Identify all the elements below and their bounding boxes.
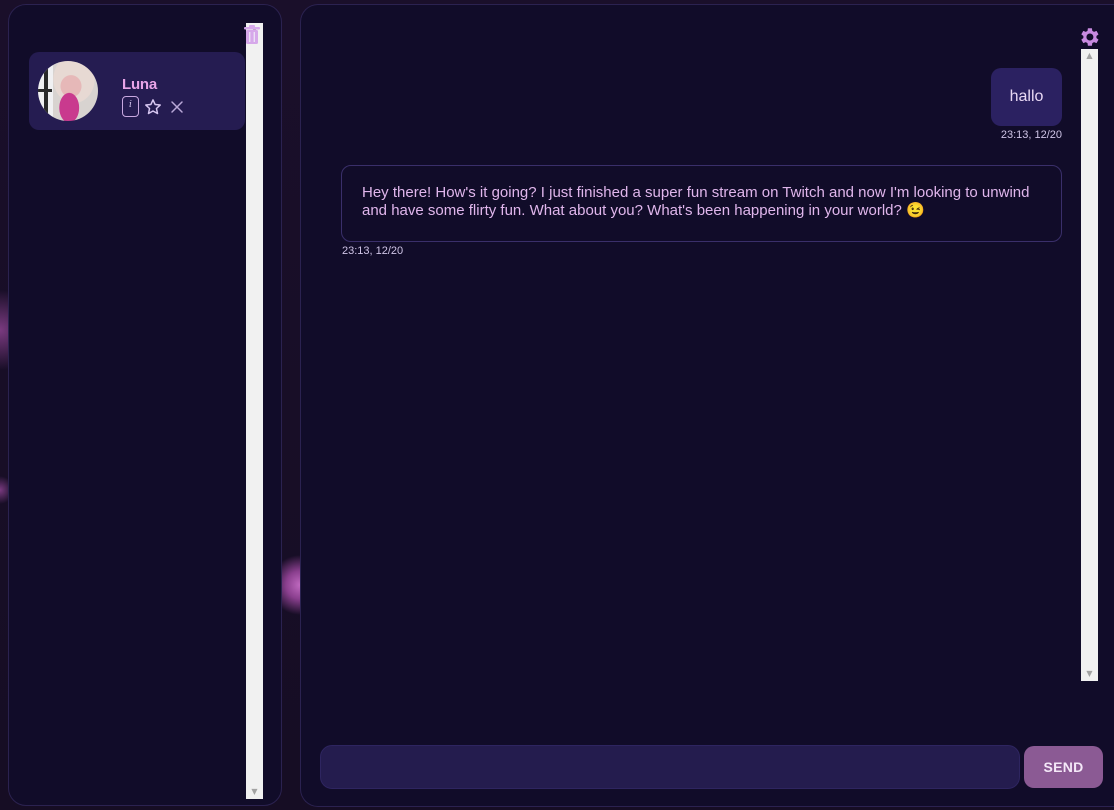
chat-panel: ▲ ▼ hallo 23:13, 12/20 Hey there! How's … — [300, 4, 1114, 807]
message-timestamp: 23:13, 12/20 — [342, 245, 404, 257]
contact-actions: i — [122, 96, 187, 117]
user-message-bubble: hallo — [991, 68, 1062, 126]
send-button[interactable]: SEND — [1024, 746, 1103, 788]
contact-name: Luna — [122, 76, 158, 93]
contacts-sidebar: ▲ ▼ Luna i — [8, 4, 282, 806]
message-input[interactable] — [320, 745, 1020, 789]
scroll-up-arrow-icon[interactable]: ▲ — [1081, 49, 1098, 63]
close-icon[interactable] — [167, 97, 187, 117]
avatar — [38, 61, 98, 121]
star-icon[interactable] — [143, 97, 163, 117]
info-icon[interactable]: i — [122, 96, 139, 117]
contact-card[interactable]: Luna i — [29, 52, 245, 130]
gear-icon[interactable] — [1077, 25, 1101, 49]
chat-scrollbar[interactable]: ▲ ▼ — [1081, 49, 1098, 681]
bot-message-bubble: Hey there! How's it going? I just finish… — [341, 165, 1062, 242]
message-timestamp: 23:13, 12/20 — [1000, 129, 1062, 141]
sidebar-scrollbar[interactable]: ▲ ▼ — [246, 23, 263, 799]
trash-icon[interactable] — [244, 25, 260, 45]
scroll-down-arrow-icon[interactable]: ▼ — [246, 785, 263, 799]
scroll-down-arrow-icon[interactable]: ▼ — [1081, 667, 1098, 681]
